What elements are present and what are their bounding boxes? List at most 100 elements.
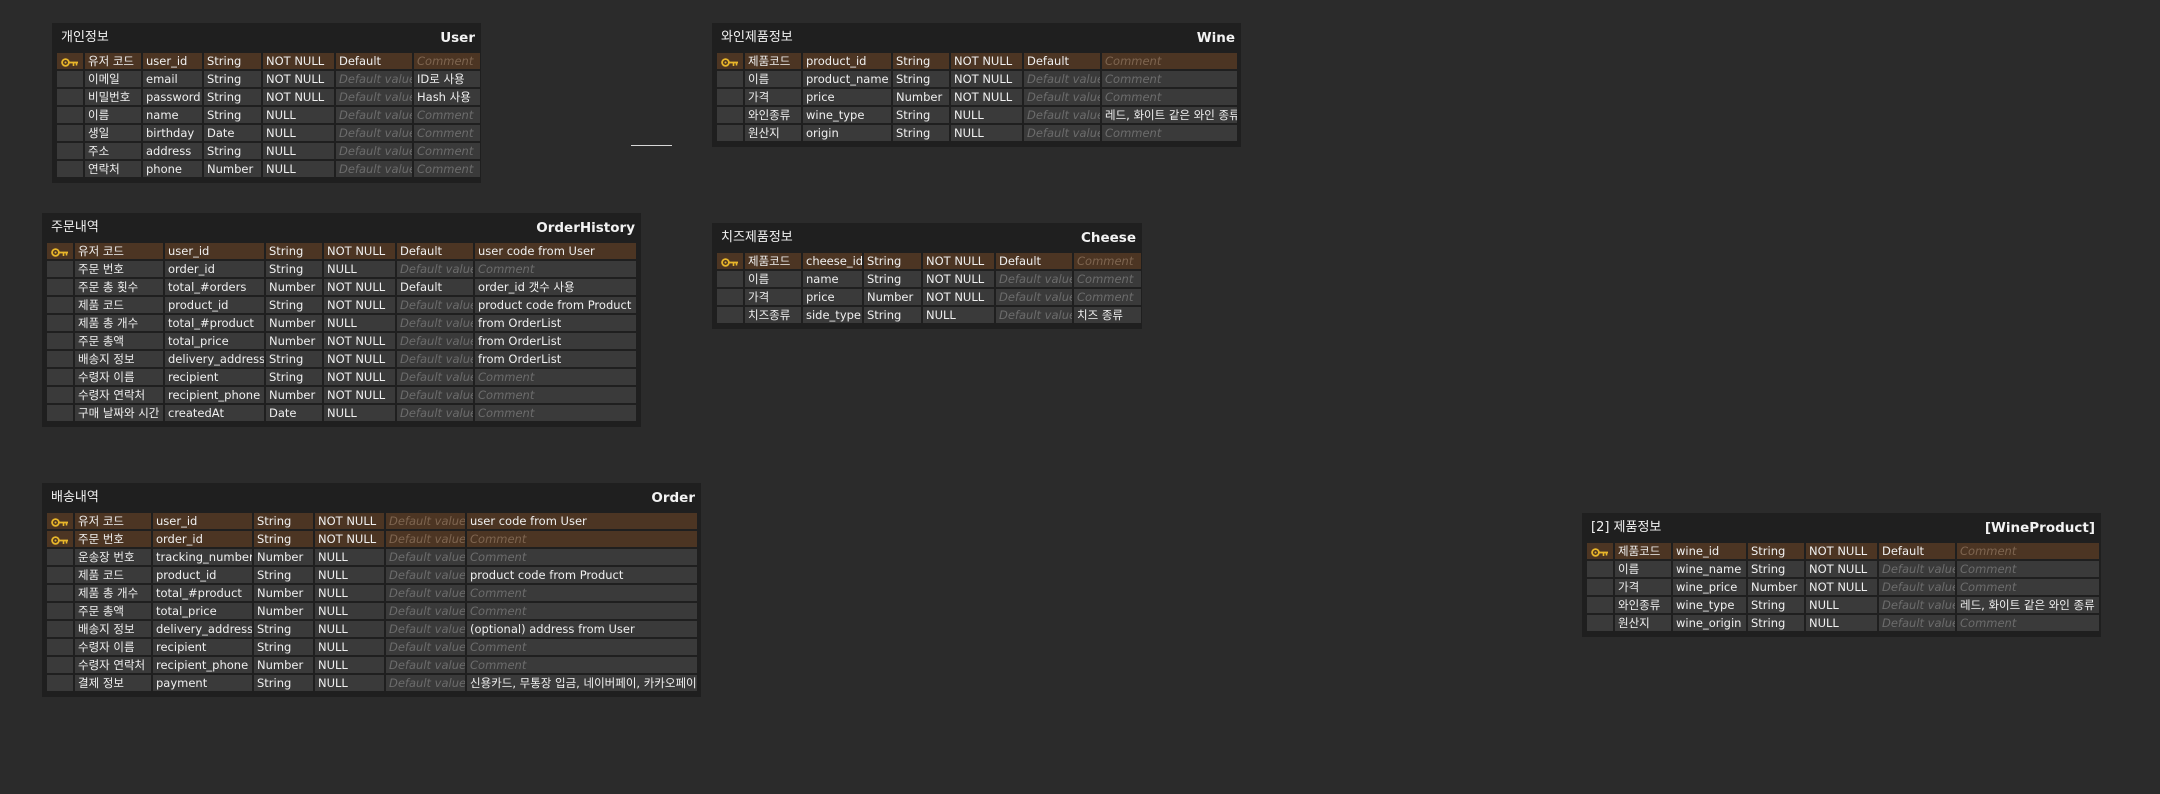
data-type[interactable]: String — [864, 307, 921, 323]
data-type[interactable]: String — [204, 71, 261, 87]
data-type[interactable]: Number — [204, 161, 261, 177]
comment[interactable]: Comment — [1074, 271, 1141, 287]
comment[interactable]: Comment — [467, 549, 697, 565]
nullable[interactable]: NOT NULL — [324, 333, 395, 349]
column-label[interactable]: 제품 총 개수 — [75, 315, 163, 331]
nullable[interactable]: NOT NULL — [1806, 543, 1877, 559]
data-type[interactable]: String — [1748, 543, 1804, 559]
field-name[interactable]: recipient — [165, 369, 264, 385]
default-value[interactable]: Default value — [336, 71, 412, 87]
nullable[interactable]: NOT NULL — [263, 89, 334, 105]
field-name[interactable]: product_id — [153, 567, 252, 583]
data-type[interactable]: String — [254, 621, 313, 637]
comment[interactable]: Comment — [475, 405, 636, 421]
data-type[interactable]: Date — [266, 405, 322, 421]
column-row[interactable]: 와인종류 wine_type String NULL Default value 레드, … — [1587, 597, 2099, 613]
default-value[interactable]: Default value — [386, 549, 465, 565]
default-value[interactable]: Default value — [336, 125, 412, 141]
nullable[interactable]: NOT NULL — [263, 71, 334, 87]
column-label[interactable]: 와인종류 — [1615, 597, 1671, 613]
comment[interactable]: from OrderList — [475, 351, 636, 367]
comment[interactable]: from OrderList — [475, 315, 636, 331]
default-value[interactable]: Default value — [397, 333, 473, 349]
field-name[interactable]: user_id — [165, 243, 264, 259]
comment[interactable]: Comment — [414, 143, 480, 159]
default-value[interactable]: Default — [1879, 543, 1955, 559]
comment[interactable]: Comment — [1957, 615, 2099, 631]
data-type[interactable]: String — [254, 639, 313, 655]
data-type[interactable]: String — [204, 143, 261, 159]
column-label[interactable]: 유저 코드 — [85, 53, 141, 69]
default-value[interactable]: Default value — [386, 603, 465, 619]
nullable[interactable]: NOT NULL — [923, 253, 994, 269]
primary-key-row[interactable]: 유저 코드 user_id String NOT NULL Default user co… — [47, 243, 636, 259]
field-name[interactable]: product_name — [803, 71, 891, 87]
column-row[interactable]: 수령자 연락처 recipient_phone Number NOT NULL Defa… — [47, 387, 636, 403]
field-name[interactable]: tracking_number — [153, 549, 252, 565]
data-type[interactable]: String — [893, 125, 949, 141]
comment[interactable]: Comment — [414, 161, 480, 177]
nullable[interactable]: NOT NULL — [1806, 579, 1877, 595]
column-label[interactable]: 배송지 정보 — [75, 621, 151, 637]
nullable[interactable]: NULL — [324, 315, 395, 331]
column-row[interactable]: 이름 name String NULL Default value Comment — [57, 107, 480, 123]
field-name[interactable]: wine_name — [1673, 561, 1746, 577]
column-label[interactable]: 원산지 — [745, 125, 801, 141]
field-name[interactable]: payment — [153, 675, 252, 691]
column-label[interactable]: 이름 — [85, 107, 141, 123]
field-name[interactable]: phone — [143, 161, 202, 177]
entity-table-order[interactable]: 배송내역 Order 유저 코드 user_id String NOT NULL Defau… — [42, 483, 701, 697]
comment[interactable]: Comment — [475, 387, 636, 403]
comment[interactable]: ID로 사용 — [414, 71, 480, 87]
column-label[interactable]: 주문 번호 — [75, 261, 163, 277]
column-row[interactable]: 주문 총액 total_price Number NULL Default value C… — [47, 603, 697, 619]
field-name[interactable]: password — [143, 89, 202, 105]
default-value[interactable]: Default value — [996, 307, 1072, 323]
column-label[interactable]: 수령자 이름 — [75, 369, 163, 385]
default-value[interactable]: Default value — [996, 271, 1072, 287]
column-label[interactable]: 가격 — [745, 289, 801, 305]
default-value[interactable]: Default value — [1879, 615, 1955, 631]
nullable[interactable]: NULL — [1806, 597, 1877, 613]
nullable[interactable]: NOT NULL — [324, 369, 395, 385]
field-name[interactable]: origin — [803, 125, 891, 141]
comment[interactable]: Comment — [414, 125, 480, 141]
column-label[interactable]: 수령자 이름 — [75, 639, 151, 655]
comment[interactable]: product code from Product — [467, 567, 697, 583]
default-value[interactable]: Default value — [397, 261, 473, 277]
nullable[interactable]: NULL — [315, 567, 384, 583]
field-name[interactable]: wine_origin — [1673, 615, 1746, 631]
comment[interactable]: Comment — [467, 603, 697, 619]
default-value[interactable]: Default value — [1024, 107, 1100, 123]
column-label[interactable]: 제품 코드 — [75, 297, 163, 313]
column-row[interactable]: 배송지 정보 delivery_address String NOT NULL Defa… — [47, 351, 636, 367]
field-name[interactable]: recipient — [153, 639, 252, 655]
field-name[interactable]: wine_type — [803, 107, 891, 123]
default-value[interactable]: Default value — [386, 639, 465, 655]
column-row[interactable]: 수령자 이름 recipient String NOT NULL Default val… — [47, 369, 636, 385]
nullable[interactable]: NULL — [315, 675, 384, 691]
entity-table-user[interactable]: 개인정보 User 유저 코드 user_id String NOT NULL Defaul… — [52, 23, 481, 183]
default-value[interactable]: Default value — [397, 405, 473, 421]
column-row[interactable]: 이름 wine_name String NOT NULL Default value Co… — [1587, 561, 2099, 577]
column-row[interactable]: 제품 코드 product_id String NOT NULL Default val… — [47, 297, 636, 313]
comment[interactable]: 레드, 화이트 같은 와인 종류 — [1102, 107, 1237, 123]
primary-key-row[interactable]: 제품코드 product_id String NOT NULL Default Comme… — [717, 53, 1237, 69]
column-label[interactable]: 제품코드 — [1615, 543, 1671, 559]
column-label[interactable]: 유저 코드 — [75, 513, 151, 529]
data-type[interactable]: String — [1748, 615, 1804, 631]
data-type[interactable]: String — [204, 53, 261, 69]
comment[interactable]: 레드, 화이트 같은 와인 종류 — [1957, 597, 2099, 613]
data-type[interactable]: String — [893, 53, 949, 69]
comment[interactable]: Comment — [1957, 561, 2099, 577]
column-row[interactable]: 수령자 연락처 recipient_phone Number NULL Default … — [47, 657, 697, 673]
comment[interactable]: Comment — [475, 369, 636, 385]
column-row[interactable]: 가격 price Number NOT NULL Default value Commen… — [717, 289, 1141, 305]
column-label[interactable]: 주문 총 횟수 — [75, 279, 163, 295]
data-type[interactable]: Number — [266, 333, 322, 349]
nullable[interactable]: NULL — [951, 107, 1022, 123]
entity-table-wine[interactable]: 와인제품정보 Wine 제품코드 product_id String NOT NULL De… — [712, 23, 1241, 147]
nullable[interactable]: NOT NULL — [315, 513, 384, 529]
column-row[interactable]: 주문 총액 total_price Number NOT NULL Default va… — [47, 333, 636, 349]
field-name[interactable]: name — [803, 271, 862, 287]
